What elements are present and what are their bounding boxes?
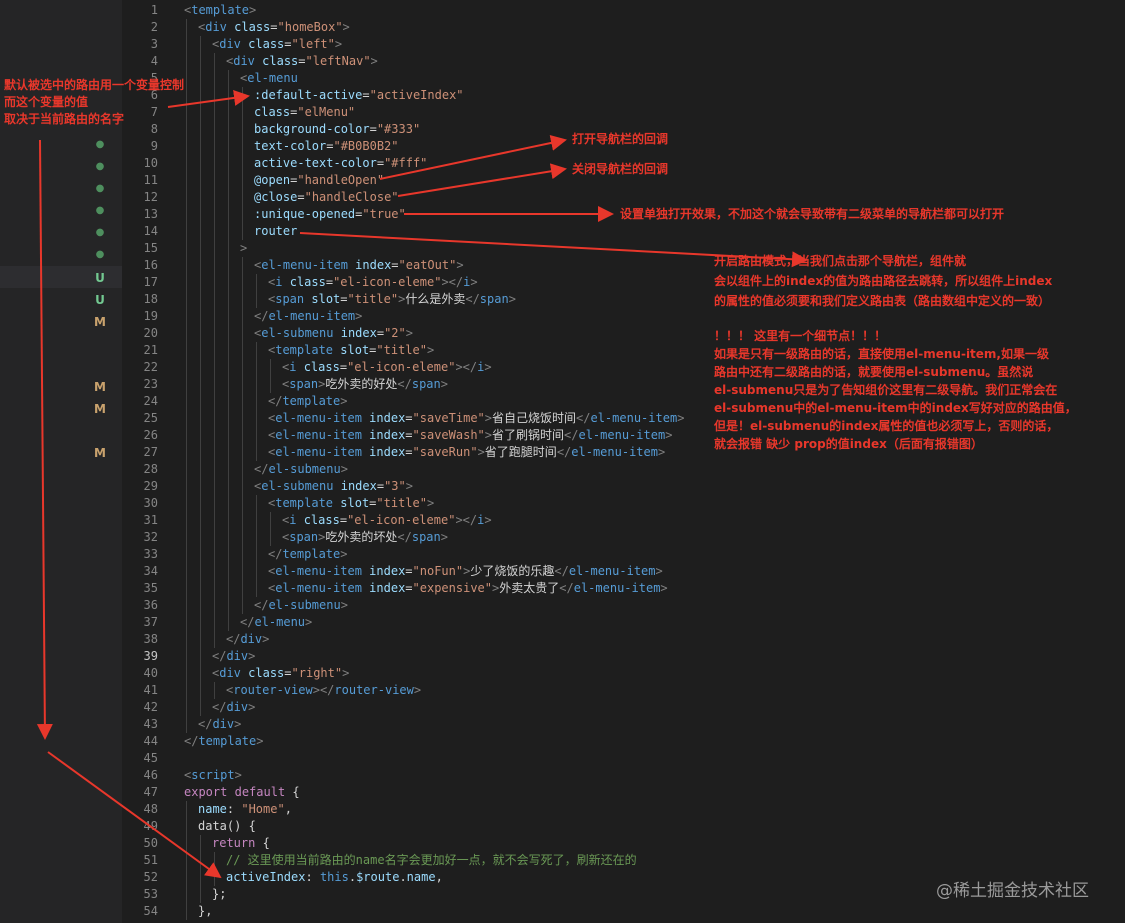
annotation-arrows	[36, 89, 808, 879]
file-status-badge[interactable]: M	[92, 446, 108, 460]
file-status-badge[interactable]: ●	[92, 205, 108, 216]
file-status-badge[interactable]: ●	[92, 183, 108, 194]
file-status-badge[interactable]: ●	[92, 227, 108, 238]
file-status-badge[interactable]: ●	[92, 249, 108, 260]
file-status-badge[interactable]: M	[92, 402, 108, 416]
arrow-active-index	[47, 751, 222, 879]
file-status-badge[interactable]: M	[92, 380, 108, 394]
arrow-router	[299, 232, 808, 268]
file-status-badge[interactable]: M	[92, 315, 108, 329]
file-status-badge[interactable]: U	[92, 293, 108, 307]
arrow-down	[36, 139, 53, 740]
arrow-default-active	[167, 89, 250, 108]
file-status-badge[interactable]: ●	[92, 161, 108, 172]
arrow-close	[397, 163, 567, 197]
file-status-badge[interactable]: U	[92, 271, 108, 285]
file-status-badge[interactable]: ●	[92, 139, 108, 150]
